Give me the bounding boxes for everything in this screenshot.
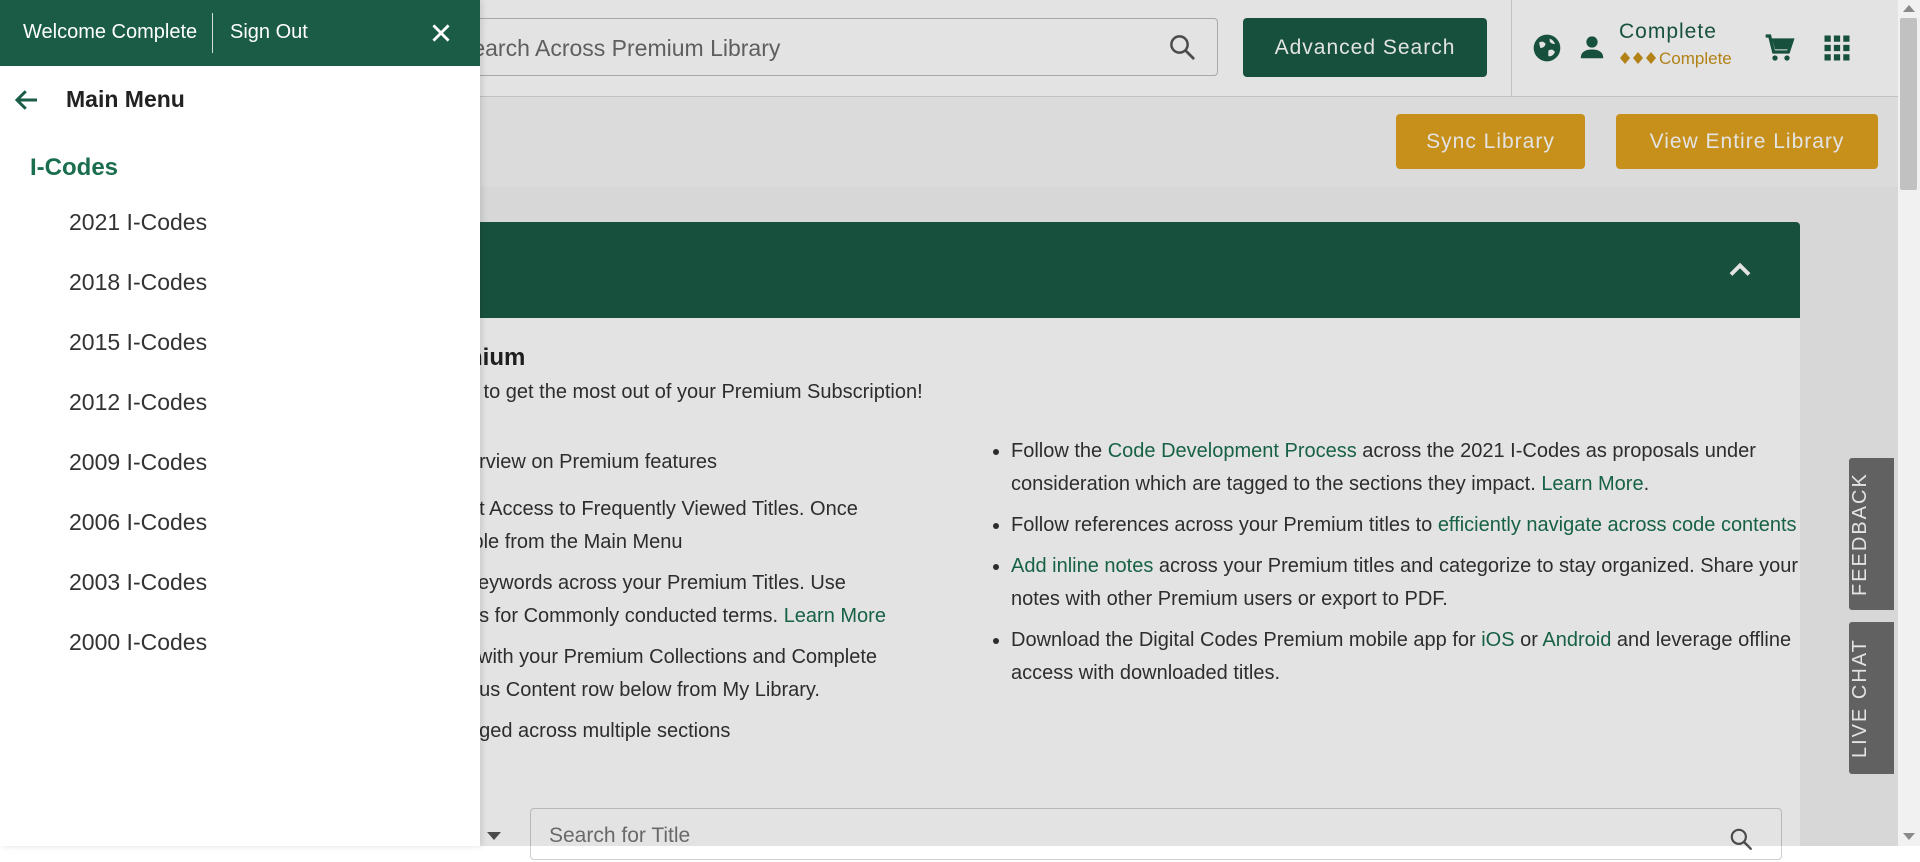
header-divider <box>212 13 213 53</box>
menu-item-2021-icodes[interactable]: 2021 I-Codes <box>0 200 480 260</box>
icodes-menu-list: 2021 I-Codes 2018 I-Codes 2015 I-Codes 2… <box>0 200 480 680</box>
menu-item-2015-icodes[interactable]: 2015 I-Codes <box>0 320 480 380</box>
sign-out-button[interactable]: Sign Out <box>230 21 308 44</box>
scrollbar-thumb[interactable] <box>1900 18 1917 190</box>
arrow-left-icon[interactable] <box>12 85 42 115</box>
menu-item-2018-icodes[interactable]: 2018 I-Codes <box>0 260 480 320</box>
menu-item-2003-icodes[interactable]: 2003 I-Codes <box>0 560 480 620</box>
main-menu-title: Main Menu <box>66 86 185 112</box>
menu-item-2012-icodes[interactable]: 2012 I-Codes <box>0 380 480 440</box>
main-menu-drawer: Welcome Complete Sign Out Main Menu I-Co… <box>0 0 480 846</box>
drawer-header: Welcome Complete Sign Out <box>0 0 480 66</box>
menu-item-2000-icodes[interactable]: 2000 I-Codes <box>0 620 480 680</box>
menu-item-2006-icodes[interactable]: 2006 I-Codes <box>0 500 480 560</box>
scroll-down-arrow[interactable] <box>1903 833 1915 840</box>
close-icon[interactable] <box>428 20 454 46</box>
icodes-section-title: I-Codes <box>30 154 119 181</box>
scroll-up-arrow[interactable] <box>1903 5 1915 12</box>
welcome-text: Welcome Complete <box>23 21 198 43</box>
menu-item-2009-icodes[interactable]: 2009 I-Codes <box>0 440 480 500</box>
